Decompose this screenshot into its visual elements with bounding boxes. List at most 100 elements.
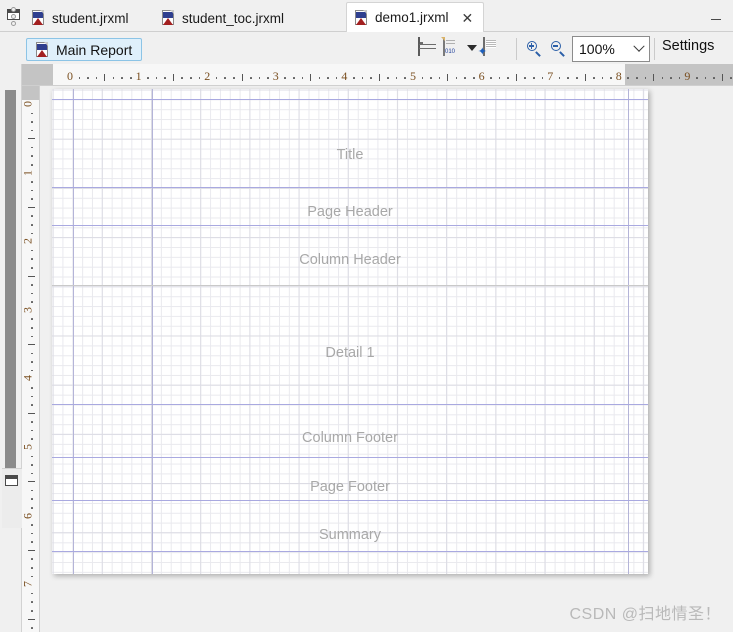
- report-canvas-area[interactable]: Title Page Header Column Header Detail 1 Col…: [41, 86, 733, 632]
- ruler-dot-v: [31, 301, 33, 303]
- ruler-dot-h: [438, 77, 441, 79]
- jrxml-file-icon: [32, 10, 46, 26]
- tab-student-toc-jrxml[interactable]: student_toc.jrxml: [154, 4, 294, 32]
- ruler-dot-h: [644, 77, 647, 79]
- report-page[interactable]: Title Page Header Column Header Detail 1 Col…: [52, 89, 648, 574]
- ruler-tick-v: [28, 344, 35, 346]
- ruler-dot-h: [215, 77, 218, 79]
- left-side-strip: [0, 64, 22, 632]
- watermark-text: CSDN @扫地情圣！: [569, 606, 721, 623]
- ruler-mark-h: 7: [547, 69, 554, 83]
- ruler-margin-shade-top: [22, 86, 39, 100]
- ruler-dot-v: [31, 224, 33, 226]
- ruler-dot-v: [31, 164, 33, 166]
- ruler-dot-h: [430, 77, 432, 79]
- band-separator[interactable]: [52, 285, 648, 286]
- band-separator[interactable]: [52, 500, 648, 501]
- minimize-button[interactable]: [707, 6, 725, 24]
- ruler-dot-h: [164, 77, 166, 79]
- ruler-dot-v: [31, 609, 33, 612]
- zoom-level-combo[interactable]: 100%: [572, 36, 650, 62]
- ruler-tick-v: [28, 275, 35, 277]
- ruler-dot-v: [31, 181, 33, 183]
- ruler-dot-h: [610, 77, 612, 79]
- ruler-mark-h: 2: [204, 69, 211, 83]
- ruler-dot-h: [301, 77, 304, 79]
- ruler-mark-v: 3: [22, 307, 36, 313]
- main-report-button[interactable]: Main Report: [26, 38, 143, 61]
- jaspersoft-studio-window: student.jrxml student_toc.jrxml demo1.jr…: [0, 0, 733, 632]
- band-separator[interactable]: [52, 99, 648, 100]
- ruler-dot-v: [31, 189, 33, 192]
- toolbar-drag-handle[interactable]: [8, 5, 18, 27]
- ruler-dot-v: [31, 121, 33, 123]
- band-separator[interactable]: [52, 404, 648, 405]
- ruler-mark-v: 7: [22, 581, 36, 587]
- ruler-dot-h: [78, 77, 81, 79]
- ruler-dot-h: [524, 77, 527, 79]
- ruler-dot-h: [121, 77, 124, 79]
- ruler-dot-v: [31, 361, 33, 363]
- ruler-mark-h: 5: [410, 69, 416, 83]
- ruler-mark-h: 1: [135, 69, 142, 83]
- left-scrollbar-thumb[interactable]: [5, 90, 16, 470]
- compile-report-icon[interactable]: ✦: [478, 37, 502, 58]
- chevron-down-icon[interactable]: [629, 37, 649, 61]
- ruler-dot-v: [31, 215, 33, 218]
- ruler-mark-v: 6: [22, 513, 36, 519]
- ruler-dot-h: [361, 77, 364, 79]
- ruler-tick-h: [584, 74, 586, 81]
- jrxml-file-icon: [355, 9, 369, 26]
- ruler-dot-h: [232, 77, 235, 79]
- ruler-dot-h: [575, 77, 578, 79]
- ruler-dot-v: [31, 455, 33, 458]
- ruler-tick-h: [104, 74, 106, 81]
- ruler-dot-v: [31, 155, 33, 158]
- jrxml-file-icon: [162, 10, 176, 26]
- ruler-dot-v: [31, 524, 33, 526]
- ruler-dot-v: [31, 112, 33, 115]
- tab-student-jrxml[interactable]: student.jrxml: [24, 4, 139, 32]
- ruler-dot-h: [558, 77, 561, 79]
- ruler-dot-v: [31, 498, 33, 501]
- close-icon[interactable]: ✕: [462, 11, 474, 25]
- ruler-dot-h: [730, 77, 732, 79]
- ruler-dot-h: [130, 77, 132, 79]
- ruler-tick-h: [310, 74, 312, 81]
- zoom-in-icon[interactable]: [526, 40, 544, 58]
- ruler-dot-v: [31, 386, 33, 389]
- horizontal-ruler[interactable]: 0 1 2 3 4 5 6 7 8 9: [22, 64, 733, 86]
- ruler-dot-h: [147, 77, 149, 79]
- zoom-out-icon[interactable]: [550, 40, 568, 58]
- dataset-list-icon[interactable]: [418, 37, 437, 57]
- ruler-dot-h: [335, 77, 338, 79]
- band-separator[interactable]: [52, 551, 648, 552]
- ruler-dot-v: [31, 284, 33, 286]
- band-separator[interactable]: [52, 457, 648, 458]
- ruler-dot-v: [31, 472, 33, 475]
- settings-button[interactable]: Settings: [662, 38, 714, 54]
- ruler-dot-h: [370, 77, 372, 79]
- ruler-dot-h: [541, 77, 544, 79]
- ruler-mark-h: 3: [272, 69, 279, 83]
- ruler-tick-v: [28, 618, 35, 620]
- band-separator[interactable]: [52, 225, 648, 226]
- ruler-tick-h: [378, 74, 380, 81]
- ruler-dot-h: [635, 77, 638, 79]
- vertical-ruler[interactable]: 0 1 2 3 4 5 6 7: [22, 86, 40, 632]
- chevron-down-icon[interactable]: [467, 44, 477, 51]
- ruler-dot-h: [533, 77, 535, 79]
- outline-panel-button[interactable]: [2, 468, 22, 528]
- ruler-dot-v: [31, 369, 33, 372]
- band-separator[interactable]: [52, 187, 648, 188]
- ruler-tick-v: [28, 481, 35, 483]
- ruler-dot-v: [31, 592, 33, 595]
- ruler-dot-h: [387, 77, 389, 79]
- ruler-mark-h: 4: [341, 69, 348, 83]
- ruler-margin-shade-right: [625, 64, 733, 85]
- tab-label: student_toc.jrxml: [182, 10, 285, 26]
- ruler-tick-h: [241, 74, 243, 81]
- band-label-summary: Summary: [318, 527, 382, 543]
- data-preview-icon[interactable]: 010: [441, 37, 462, 57]
- tab-demo1-jrxml[interactable]: demo1.jrxml ✕: [346, 2, 485, 32]
